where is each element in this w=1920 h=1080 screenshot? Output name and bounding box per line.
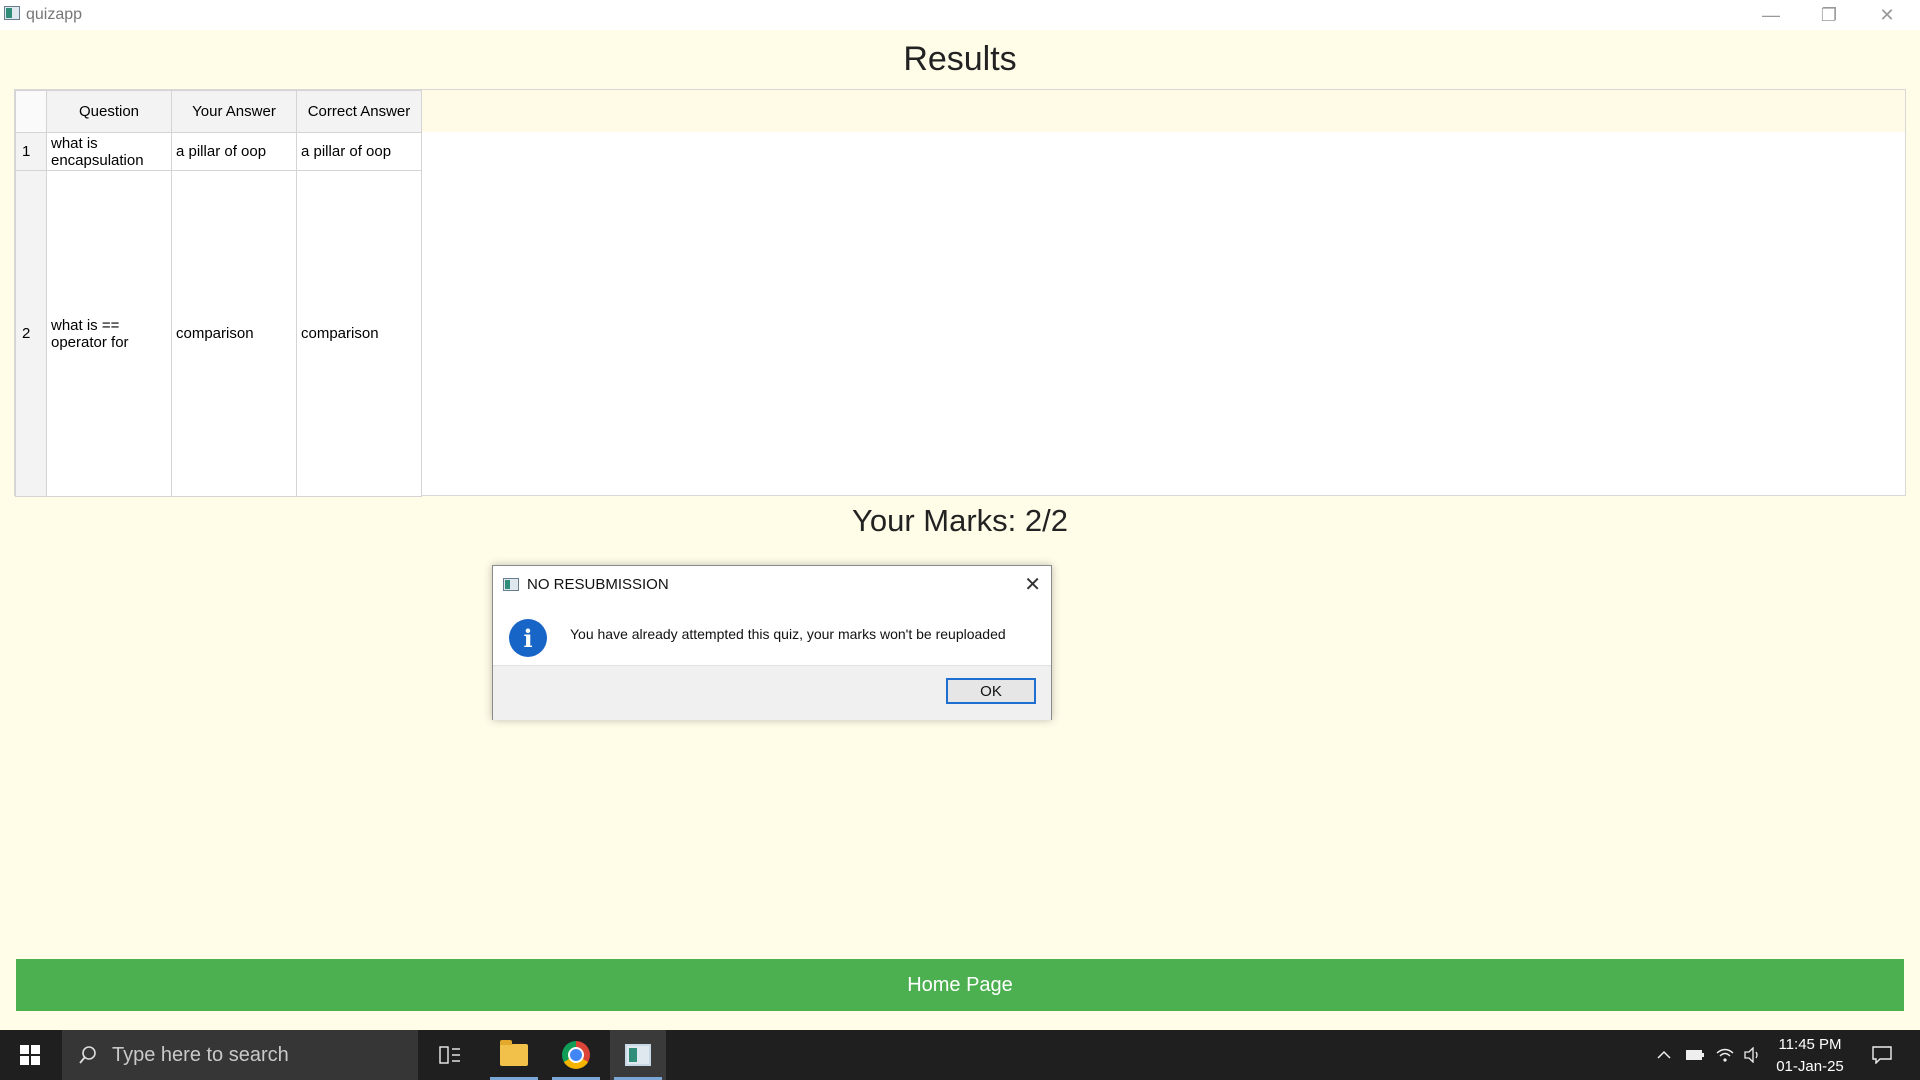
row-number[interactable]: 2 [15,170,47,497]
search-icon [76,1043,100,1067]
dialog-titlebar: NO RESUBMISSION ✕ [493,566,1051,602]
taskbar-clock[interactable]: 11:45 PM 01-Jan-25 [1770,1034,1850,1078]
close-icon[interactable]: ✕ [1024,572,1041,597]
header-correct-answer[interactable]: Correct Answer [296,90,422,133]
app-icon [4,6,20,20]
your-answer-cell[interactable]: a pillar of oop [171,132,297,171]
question-cell[interactable]: what is == operator for [46,170,172,497]
marks-label: Your Marks: 2/2 [852,503,1068,538]
row-number[interactable]: 1 [15,132,47,171]
window-titlebar: quizapp — ❐ ✕ [0,0,1920,30]
correct-answer-cell[interactable]: comparison [296,170,422,497]
battery-icon[interactable] [1682,1030,1708,1080]
page-title: Results [903,40,1017,78]
header-question[interactable]: Question [46,90,172,133]
header-your-answer[interactable]: Your Answer [171,90,297,133]
dialog-footer: OK [493,665,1051,720]
app-icon [503,578,519,591]
notification-icon[interactable] [1862,1030,1902,1080]
task-view-icon[interactable] [422,1030,478,1080]
file-explorer-icon[interactable] [486,1030,542,1080]
ok-button[interactable]: OK [946,678,1036,704]
question-cell[interactable]: what is encapsulation [46,132,172,171]
wifi-icon[interactable] [1712,1030,1738,1080]
results-table[interactable]: Question Your Answer Correct Answer 1 wh… [14,89,1906,497]
table-corner[interactable] [15,90,47,133]
clock-date: 01-Jan-25 [1776,1058,1844,1075]
table-row[interactable]: 1 what is encapsulation a pillar of oop … [15,132,422,171]
results-grid: Question Your Answer Correct Answer 1 wh… [15,90,422,497]
search-placeholder: Type here to search [112,1043,289,1066]
chevron-up-icon[interactable] [1652,1030,1676,1080]
taskbar-search[interactable]: Type here to search [62,1030,418,1080]
message-dialog: NO RESUBMISSION ✕ i You have already att… [492,565,1052,720]
minimize-button[interactable]: — [1742,0,1800,30]
chrome-icon[interactable] [548,1030,604,1080]
taskbar: Type here to search 11:45 PM 01-Jan-25 [0,1030,1920,1080]
table-row[interactable]: 2 what is == operator for comparison com… [15,170,422,497]
home-page-button[interactable]: Home Page [16,959,1904,1011]
close-window-button[interactable]: ✕ [1858,0,1916,30]
dialog-body: i You have already attempted this quiz, … [493,602,1051,658]
start-button[interactable] [0,1030,60,1080]
windows-logo-icon [20,1045,40,1065]
your-answer-cell[interactable]: comparison [171,170,297,497]
restore-button[interactable]: ❐ [1800,0,1858,30]
quizapp-taskbar-icon[interactable] [610,1030,666,1080]
window-title: quizapp [26,6,83,23]
correct-answer-cell[interactable]: a pillar of oop [296,132,422,171]
clock-time: 11:45 PM [1778,1036,1842,1053]
info-icon: i [509,619,547,657]
volume-icon[interactable] [1740,1030,1766,1080]
dialog-title: NO RESUBMISSION [527,576,669,593]
dialog-message: You have already attempted this quiz, yo… [570,626,1006,642]
